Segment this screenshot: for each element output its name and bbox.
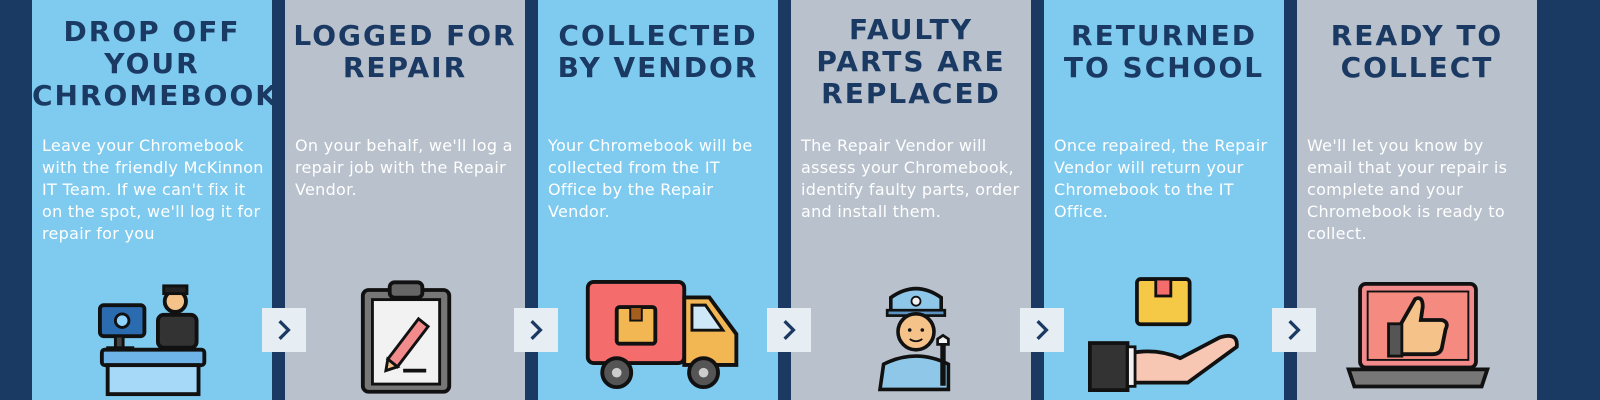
chevron-right-icon [278, 320, 291, 340]
step-description: On your behalf, we'll log a repair job w… [295, 136, 513, 199]
next-step-arrow-3 [767, 308, 811, 352]
chevron-right-icon [1288, 320, 1301, 340]
chevron-right-icon [1036, 320, 1049, 340]
step-title: Collected by vendor [557, 19, 759, 84]
step-description: Leave your Chromebook with the friendly … [42, 136, 264, 243]
step-title: Drop off your Chromebook [32, 15, 279, 112]
step-title: Logged for repair [293, 19, 517, 84]
step-title: Faulty parts are replaced [816, 13, 1006, 110]
desk-reception-icon [32, 270, 272, 400]
next-step-arrow-4 [1020, 308, 1064, 352]
step-panel-5: Returned to school Once repaired, the Re… [1044, 0, 1284, 400]
step-description: Your Chromebook will be collected from t… [548, 136, 753, 221]
chevron-right-icon [783, 320, 796, 340]
step-description: Once repaired, the Repair Vendor will re… [1054, 136, 1268, 221]
next-step-arrow-5 [1272, 308, 1316, 352]
technician-wrench-icon [791, 270, 1031, 400]
step-panel-1: Drop off your Chromebook Leave your Chro… [32, 0, 279, 400]
next-step-arrow-1 [262, 308, 306, 352]
hand-package-icon [1044, 270, 1284, 400]
laptop-thumbs-up-icon [1297, 270, 1537, 400]
step-description: We'll let you know by email that your re… [1307, 136, 1508, 243]
step-description: The Repair Vendor will assess your Chrom… [801, 136, 1020, 221]
step-panel-4: Faulty parts are replaced The Repair Ven… [791, 0, 1031, 400]
step-panel-6: Ready to collect We'll let you know by e… [1297, 0, 1537, 400]
step-title: Ready to collect [1330, 19, 1504, 84]
step-title: Returned to school [1063, 19, 1265, 84]
clipboard-pencil-icon [285, 270, 525, 400]
step-panel-3: Collected by vendor Your Chromebook will… [538, 0, 778, 400]
next-step-arrow-2 [514, 308, 558, 352]
step-panel-2: Logged for repair On your behalf, we'll … [285, 0, 525, 400]
chevron-right-icon [530, 320, 543, 340]
delivery-truck-icon [538, 270, 778, 400]
